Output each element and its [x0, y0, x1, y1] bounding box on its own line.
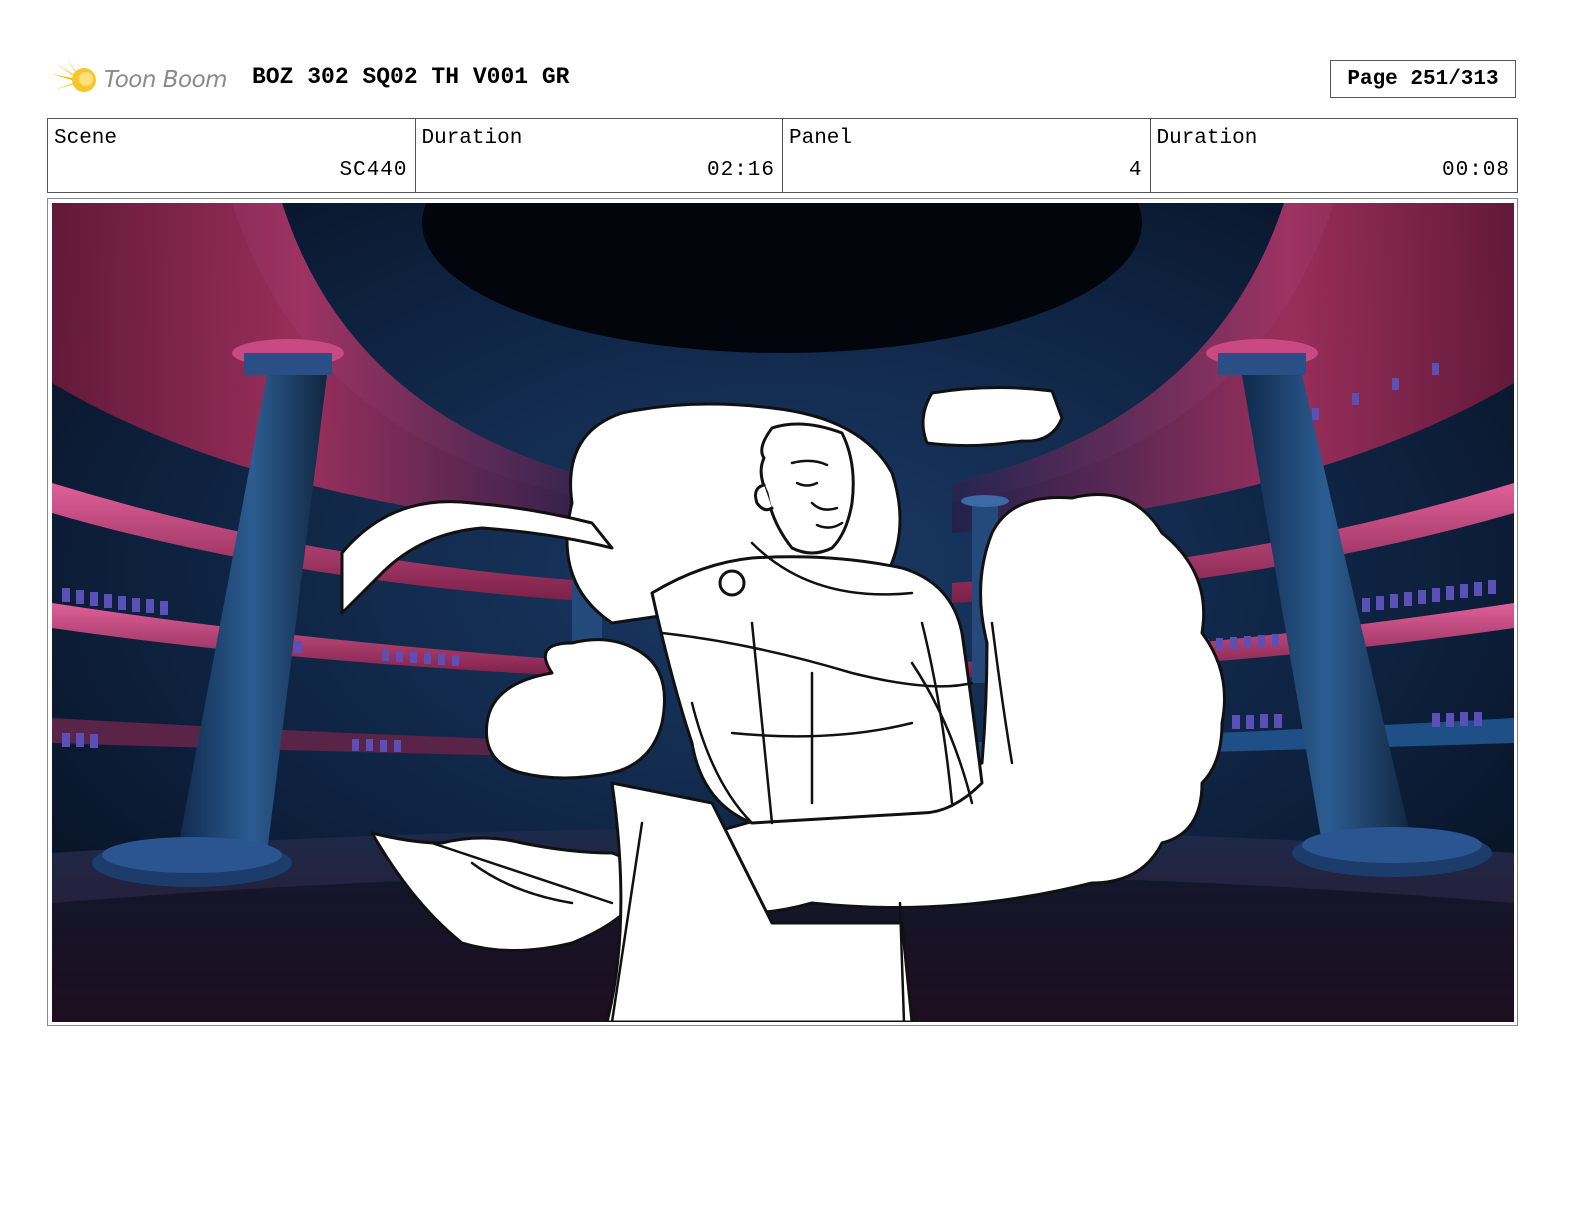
page-number-box: Page 251/313	[1330, 60, 1516, 98]
panel-duration-label: Duration	[1156, 127, 1258, 150]
flare-icon	[52, 58, 96, 102]
document-title: BOZ 302 SQ02 TH V001 GR	[252, 64, 570, 90]
logo-text: Toon Boom	[104, 67, 228, 93]
panel-value: 4	[1128, 159, 1143, 182]
scene-cell: Scene SC440	[48, 119, 416, 192]
scene-duration-label: Duration	[421, 127, 523, 150]
page-number: Page 251/313	[1347, 67, 1499, 91]
panel-frame	[47, 198, 1518, 1026]
scene-duration-cell: Duration 02:16	[416, 119, 783, 192]
panel-label: Panel	[789, 127, 853, 150]
panel-duration-cell: Duration 00:08	[1151, 119, 1518, 192]
scene-label: Scene	[54, 127, 118, 150]
scene-info-table: Scene SC440 Duration 02:16 Panel 4 Durat…	[47, 118, 1518, 193]
storyboard-panel-image	[52, 203, 1514, 1022]
storyboard-page: Toon Boom BOZ 302 SQ02 TH V001 GR Page 2…	[0, 0, 1584, 1224]
panel-duration-value: 00:08	[1441, 159, 1510, 182]
scene-duration-value: 02:16	[706, 159, 775, 182]
toon-boom-logo: Toon Boom	[52, 56, 238, 104]
panel-cell: Panel 4	[783, 119, 1151, 192]
scene-value: SC440	[339, 159, 408, 182]
panel-illustration	[52, 203, 1514, 1022]
